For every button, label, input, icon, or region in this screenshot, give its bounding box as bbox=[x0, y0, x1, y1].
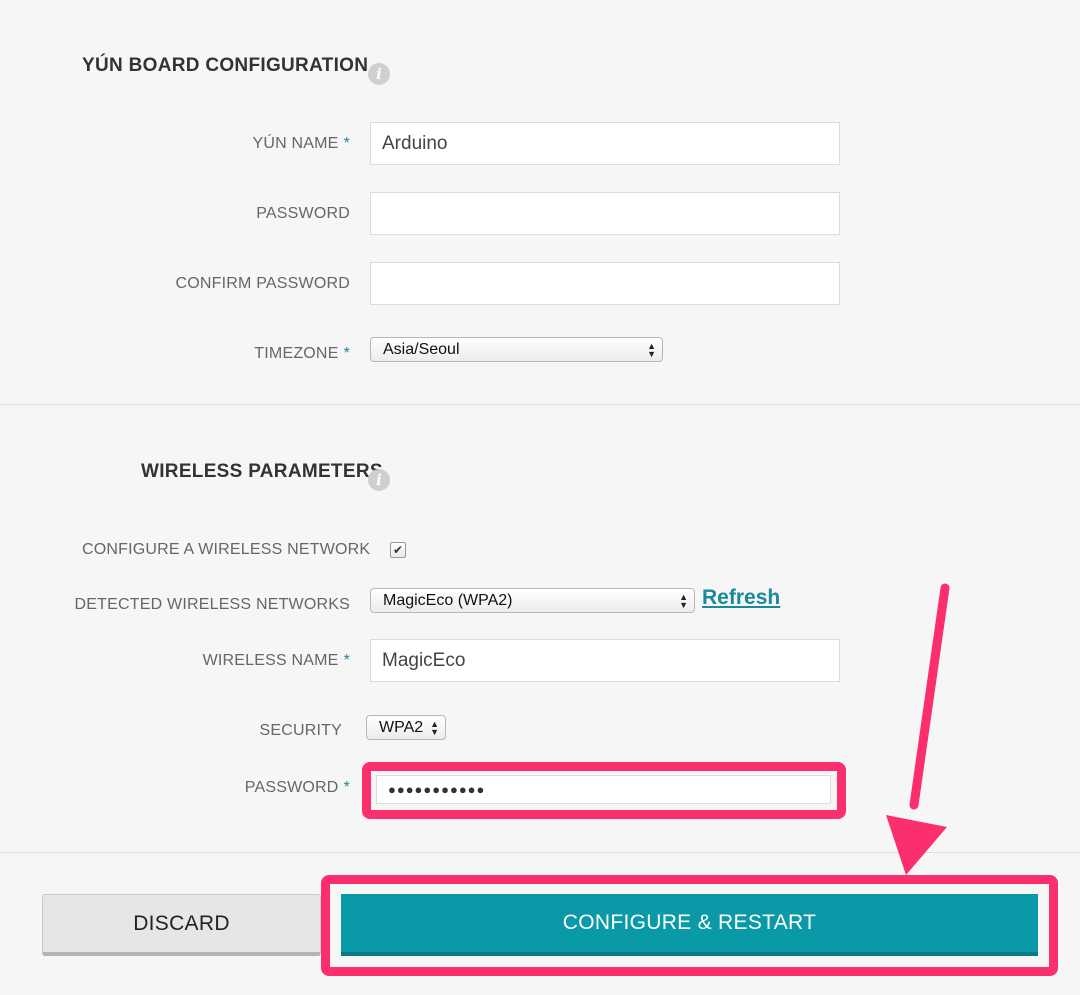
wireless-password-label: PASSWORD * bbox=[244, 779, 350, 796]
wireless-section-title: WIRELESS PARAMETERS bbox=[141, 461, 383, 482]
confirm-password-label: CONFIRM PASSWORD bbox=[175, 275, 350, 292]
board-section-title: YÚN BOARD CONFIGURATION bbox=[82, 55, 369, 76]
wireless-name-label: WIRELESS NAME * bbox=[202, 652, 350, 669]
info-icon[interactable]: i bbox=[368, 469, 390, 491]
arrow-annotation-icon bbox=[886, 583, 950, 875]
discard-button[interactable]: DISCARD bbox=[42, 894, 321, 956]
detected-networks-value: MagicEco (WPA2) bbox=[383, 591, 513, 609]
wireless-password-input[interactable]: ●●●●●●●●●●● bbox=[376, 775, 831, 804]
timezone-select[interactable]: Asia/Seoul ▲ ▼ bbox=[370, 337, 663, 362]
select-arrows-icon: ▲ ▼ bbox=[430, 718, 439, 737]
info-icon[interactable]: i bbox=[368, 63, 390, 85]
configure-wireless-checkbox[interactable]: ✔ bbox=[390, 542, 406, 558]
security-select[interactable]: WPA2 ▲ ▼ bbox=[366, 715, 446, 740]
select-arrows-icon: ▲ ▼ bbox=[679, 591, 688, 610]
yun-name-label: YÚN NAME * bbox=[252, 135, 350, 152]
wireless-name-input[interactable]: MagicEco bbox=[370, 639, 840, 682]
detected-networks-label: DETECTED WIRELESS NETWORKS bbox=[74, 596, 350, 613]
configure-wireless-label: CONFIGURE A WIRELESS NETWORK bbox=[82, 541, 371, 558]
configure-restart-button[interactable]: CONFIGURE & RESTART bbox=[341, 894, 1038, 956]
confirm-password-input[interactable] bbox=[370, 262, 840, 305]
security-value: WPA2 bbox=[379, 718, 424, 736]
timezone-value: Asia/Seoul bbox=[383, 340, 460, 358]
password-label: PASSWORD bbox=[256, 205, 350, 222]
select-arrows-icon: ▲ ▼ bbox=[647, 340, 656, 359]
timezone-label: TIMEZONE * bbox=[254, 345, 350, 362]
detected-networks-select[interactable]: MagicEco (WPA2) ▲ ▼ bbox=[370, 588, 695, 613]
password-input[interactable] bbox=[370, 192, 840, 235]
security-label: SECURITY bbox=[259, 722, 342, 739]
section-divider bbox=[0, 404, 1080, 405]
refresh-link[interactable]: Refresh bbox=[702, 586, 780, 610]
yun-name-input[interactable]: Arduino bbox=[370, 122, 840, 165]
